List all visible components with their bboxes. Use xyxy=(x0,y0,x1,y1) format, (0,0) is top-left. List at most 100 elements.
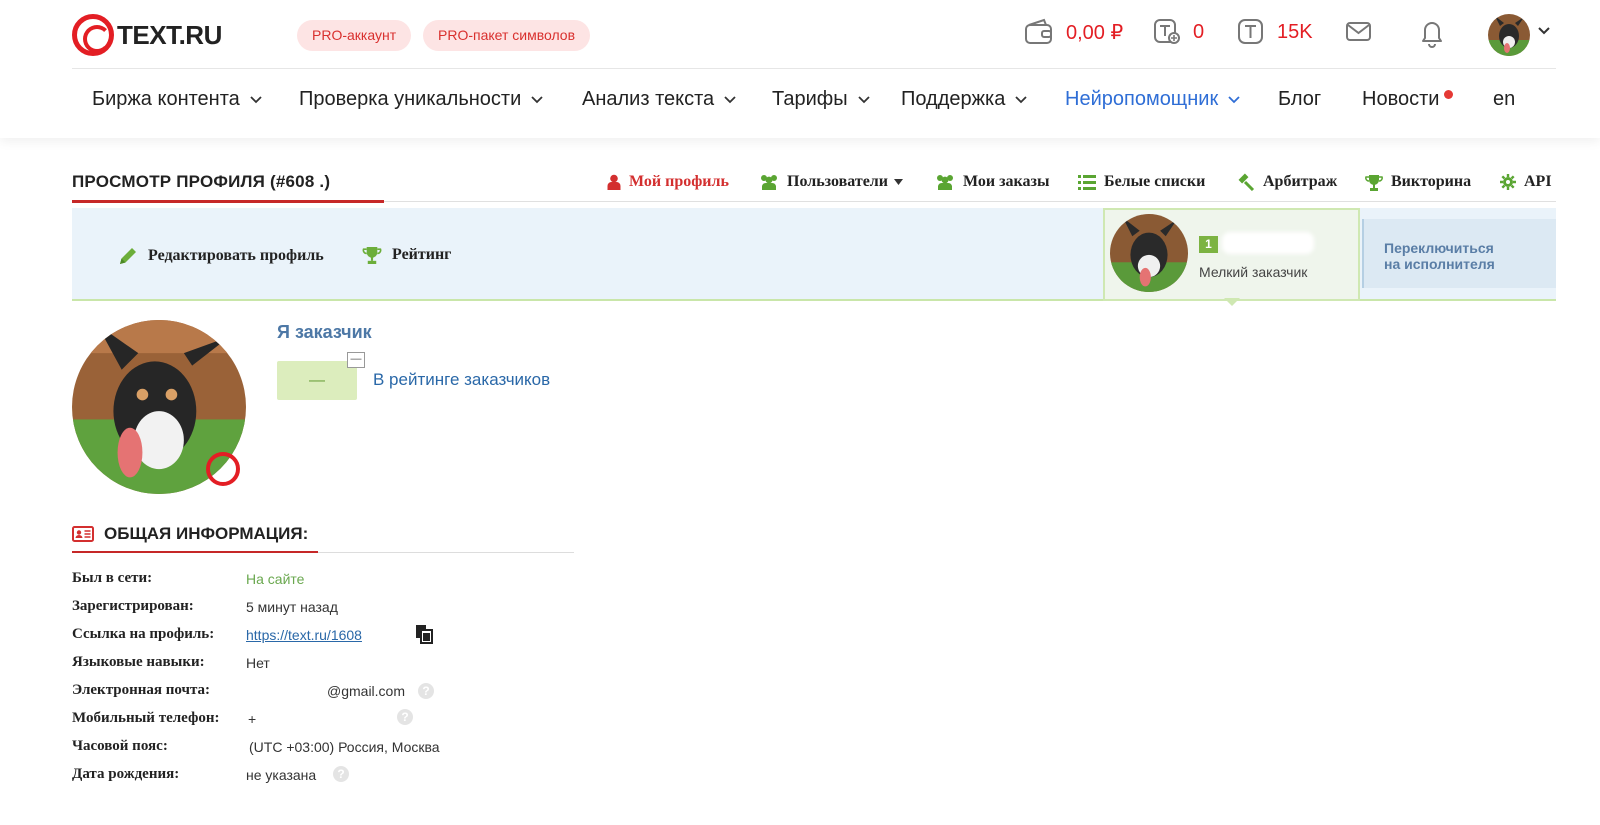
tab-label: Арбитраж xyxy=(1263,173,1338,190)
brand-badge-icon xyxy=(206,452,240,486)
orders-stat[interactable]: 0 xyxy=(1153,18,1204,46)
role-title: Я заказчик xyxy=(277,322,372,342)
switch-line-2: на исполнителя xyxy=(1384,256,1495,272)
rating-label: Рейтинг xyxy=(392,246,452,263)
tab-label: Пользователи xyxy=(787,173,888,190)
top-header: TEXT.RU PRO-аккаунт PRO-пакет символов 0… xyxy=(0,0,1600,138)
caret-down-icon xyxy=(894,179,903,185)
switch-line-1: Переключиться xyxy=(1384,240,1494,256)
nav-label: Нейропомощник xyxy=(1065,88,1219,110)
info-row-timezone: Часовой пояс: (UTC +03:00) Россия, Москв… xyxy=(72,738,592,760)
nav-item-tariffs[interactable]: Тарифы xyxy=(772,88,870,111)
level-badge: 1 xyxy=(1199,236,1218,253)
news-notification-dot xyxy=(1444,90,1453,99)
edit-profile-button[interactable]: Редактировать профиль xyxy=(118,246,324,266)
nav-item-uniqueness-check[interactable]: Проверка уникальности xyxy=(299,88,543,111)
tasks-icon xyxy=(1154,19,1180,44)
symbols-stat[interactable]: 15K xyxy=(1237,18,1313,46)
tab-api[interactable]: API xyxy=(1500,173,1552,191)
gear-icon xyxy=(1500,174,1516,190)
tab-label: Мои заказы xyxy=(963,173,1050,190)
help-icon[interactable]: ? xyxy=(333,766,349,782)
info-label: Мобильный телефон: xyxy=(72,710,220,726)
main-nav: Биржа контента Проверка уникальности Ана… xyxy=(72,88,1572,122)
pro-package-button[interactable]: PRO-пакет символов xyxy=(423,20,591,51)
dog-avatar-image xyxy=(1110,214,1188,292)
rating-toggle[interactable]: — xyxy=(347,352,365,368)
balance-stat[interactable]: 0,00 ₽ xyxy=(1024,18,1123,46)
rating-value: — xyxy=(277,361,357,400)
nav-label: Анализ текста xyxy=(582,88,715,110)
nav-label: Новости xyxy=(1362,88,1440,110)
info-row-languages: Языковые навыки: Нет xyxy=(72,654,592,676)
wallet-icon xyxy=(1025,18,1052,44)
list-icon xyxy=(1078,174,1096,190)
tab-label: Мой профиль xyxy=(629,173,729,190)
nav-label: Биржа контента xyxy=(92,88,240,110)
customer-rating-link[interactable]: В рейтинге заказчиков xyxy=(373,370,550,390)
help-icon[interactable]: ? xyxy=(418,683,434,699)
symbols-value: 15K xyxy=(1277,20,1313,43)
id-card-icon xyxy=(72,526,94,542)
nav-label: Проверка уникальности xyxy=(299,88,522,110)
profile-link[interactable]: https://text.ru/1608 xyxy=(246,627,362,643)
languages-value: Нет xyxy=(246,655,270,671)
tab-white-lists[interactable]: Белые списки xyxy=(1078,173,1205,191)
user-avatar[interactable] xyxy=(1488,14,1530,56)
rating-button[interactable]: Рейтинг xyxy=(362,246,451,264)
nav-item-blog[interactable]: Блог xyxy=(1278,88,1321,111)
info-row-last-online: Был в сети: На сайте xyxy=(72,570,592,592)
tab-label: Викторина xyxy=(1391,173,1472,190)
tab-users[interactable]: Пользователи xyxy=(759,173,903,191)
info-label: Был в сети: xyxy=(72,570,153,586)
logo-text: TEXT.RU xyxy=(117,19,222,50)
tab-label: API xyxy=(1524,173,1552,190)
info-row-profile-link: Ссылка на профиль: https://text.ru/1608 xyxy=(72,624,592,648)
users-icon xyxy=(937,175,953,190)
nav-label: Блог xyxy=(1278,88,1322,110)
edit-profile-label: Редактировать профиль xyxy=(148,247,324,264)
orders-count: 0 xyxy=(1193,20,1205,43)
title-underline xyxy=(72,200,384,203)
tab-my-profile[interactable]: Мой профиль xyxy=(607,173,729,191)
email-value: @gmail.com xyxy=(327,683,406,699)
user-role: Мелкий заказчик xyxy=(1199,264,1308,280)
nav-label: Тарифы xyxy=(772,88,848,110)
info-row-birthdate: Дата рождения: не указана ? xyxy=(72,766,592,788)
birthdate-value: не указана xyxy=(246,767,317,783)
tab-arbitration[interactable]: Арбитраж xyxy=(1237,173,1337,191)
bell-icon[interactable] xyxy=(1418,18,1446,48)
mail-icon[interactable] xyxy=(1345,18,1373,46)
chevron-down-icon xyxy=(250,95,262,103)
tab-quiz[interactable]: Викторина xyxy=(1365,173,1471,191)
chevron-down-icon xyxy=(531,95,543,103)
card-avatar xyxy=(1110,214,1188,292)
nav-item-language[interactable]: en xyxy=(1493,88,1515,111)
info-label: Ссылка на профиль: xyxy=(72,626,215,642)
nav-item-news[interactable]: Новости xyxy=(1362,88,1439,111)
chevron-down-icon[interactable] xyxy=(1538,27,1550,35)
info-label: Часовой пояс: xyxy=(72,738,168,754)
chevron-down-icon xyxy=(724,95,736,103)
chevron-down-icon xyxy=(1228,95,1240,103)
logo-icon xyxy=(72,14,114,56)
trophy-icon xyxy=(362,247,382,264)
phone-value: + xyxy=(248,711,257,727)
page-title: ПРОСМОТР ПРОФИЛЯ (#608 .) xyxy=(72,172,331,191)
info-row-phone: Мобильный телефон: + ? xyxy=(72,709,592,732)
nav-item-neuro-assistant[interactable]: Нейропомощник xyxy=(1065,88,1240,111)
trophy-icon xyxy=(1365,174,1383,191)
registered-value: 5 минут назад xyxy=(246,599,338,615)
tab-my-orders[interactable]: Мои заказы xyxy=(935,173,1049,191)
user-icon xyxy=(607,174,621,190)
nav-item-content-exchange[interactable]: Биржа контента xyxy=(92,88,262,111)
info-label: Языковые навыки: xyxy=(72,654,205,670)
copy-icon[interactable] xyxy=(414,624,434,644)
section-underline xyxy=(72,551,318,553)
site-logo[interactable]: TEXT.RU xyxy=(72,14,222,56)
nav-item-support[interactable]: Поддержка xyxy=(901,88,1027,111)
switch-to-performer-label: Переключиться на исполнителя xyxy=(1384,240,1544,272)
nav-item-text-analysis[interactable]: Анализ текста xyxy=(582,88,736,111)
pro-account-button[interactable]: PRO-аккаунт xyxy=(297,20,412,51)
help-icon[interactable]: ? xyxy=(397,709,413,725)
